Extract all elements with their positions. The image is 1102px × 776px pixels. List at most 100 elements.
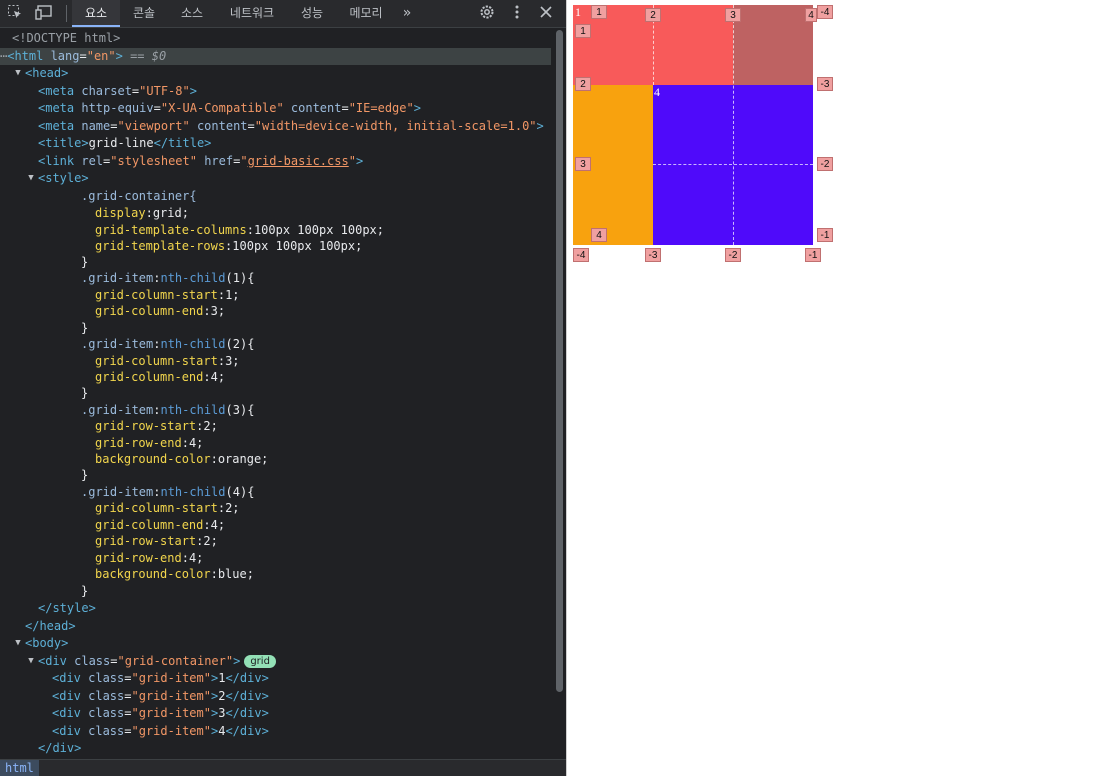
meta-tag: <meta [38,101,75,115]
div-close-tag: </div> [225,724,269,738]
grid-item-node[interactable]: <div class="grid-item">4</div> [52,723,269,740]
meta-http-equiv-node[interactable]: <meta http-equiv="X-UA-Compatible" conte… [38,100,421,117]
grid-row-line-badge: -3 [817,77,833,91]
expand-arrow-icon[interactable]: ▼ [26,653,36,670]
tab-sources[interactable]: 소스 [170,0,214,27]
attr-value: "width=device-width, initial-scale=1.0" [254,119,537,133]
html-tag: <html [7,49,44,63]
attr-name: class [80,689,125,703]
div-close-node[interactable]: </div> [38,740,81,757]
attr-value: "viewport" [117,119,190,133]
grid-column-line-badge: 1 [591,5,607,19]
rendered-page: 1 4 1 2 3 4 -4 -3 -2 -1 1 2 3 4 -4 -3 -2… [567,0,1102,776]
more-tabs-icon[interactable]: » [397,0,417,27]
title-open-tag: <title> [38,136,89,150]
attr-value: "grid-item" [131,724,211,738]
grid-line-row-3 [653,164,813,165]
expand-arrow-icon[interactable]: ▼ [13,65,23,82]
grid-item-node[interactable]: <div class="grid-item">2</div> [52,688,269,705]
grid-row-line-badge: -2 [817,157,833,171]
style-close-tag: </style> [38,601,96,615]
css-declaration: grid-row-end:4; [95,436,204,450]
grid-column-line-badge: -1 [805,248,821,262]
close-icon[interactable] [537,4,555,22]
css-brace: } [81,386,89,400]
div-close-tag: </div> [225,671,269,685]
attr-name: name [74,119,111,133]
settings-gear-icon[interactable] [478,4,496,22]
css-declaration: grid-template-rows:100px 100px 100px; [95,239,363,253]
css-declaration: grid-column-end:3; [95,304,226,318]
link-tag: <link [38,154,75,168]
tag-end: > [189,84,197,98]
tag-end: > [355,154,364,168]
tab-performance[interactable]: 성능 [290,0,334,27]
grid-row-line-badge: 4 [591,228,607,242]
div-tag: <div [52,706,81,720]
tag-end: > [413,101,421,115]
grid-row-line-badge: -1 [817,228,833,242]
style-close-node[interactable]: </style> [38,600,96,617]
breadcrumb-html[interactable]: html [0,760,39,776]
div-close-tag: </div> [225,706,269,720]
title-close-tag: </title> [153,136,212,150]
tab-elements[interactable]: 요소 [72,0,120,27]
expand-arrow-icon[interactable]: ▼ [13,635,23,652]
css-declaration: grid-column-start:1; [95,288,240,302]
div-close-tag: </div> [38,741,82,755]
expand-arrow-icon[interactable]: ▼ [26,170,36,187]
attr-name: content [189,119,248,133]
tab-console[interactable]: 콘솔 [122,0,166,27]
attr-value: "UTF-8" [139,84,190,98]
dom-tree: <!DOCTYPE html> ⋯<html lang="en"> == $0 … [0,28,551,759]
css-declaration: grid-column-start:2; [95,501,240,515]
device-toggle-icon[interactable] [35,4,53,22]
attr-value: "en" [86,49,116,63]
grid-badge[interactable]: grid [244,655,276,668]
div-close-tag: </div> [225,689,269,703]
grid-line-col-3 [733,5,734,245]
grid-item-node[interactable]: <div class="grid-item">3</div> [52,705,269,722]
tab-network[interactable]: 네트워크 [218,0,286,27]
html-node[interactable]: ⋯<html lang="en"> == $0 [0,48,551,65]
attr-name: lang [43,49,80,63]
css-declaration: display:grid; [95,206,189,220]
scrollbar-thumb[interactable] [556,30,563,692]
meta-charset-node[interactable]: <meta charset="UTF-8"> [38,83,197,100]
tag-end: > [115,49,123,63]
inspect-icon[interactable] [6,4,24,22]
head-node[interactable]: <head> [25,65,68,82]
attr-quote: " [240,154,248,168]
toolbar-separator [66,5,67,22]
css-rule-selector: .grid-item:nth-child(4){ [81,485,255,499]
css-declaration: grid-column-end:4; [95,370,226,384]
style-tag: <style> [38,171,89,185]
more-vertical-icon[interactable] [508,4,526,22]
vertical-scrollbar[interactable] [553,28,566,759]
div-tag: <div [38,654,67,668]
grid-container-node[interactable]: <div class="grid-container"> grid [38,653,276,670]
div-tag: <div [52,689,81,703]
attr-name: class [80,724,125,738]
dollar-zero: $0 [151,49,167,63]
link-node[interactable]: <link rel="stylesheet" href="grid-basic.… [38,153,363,170]
stylesheet-link[interactable]: grid-basic.css [248,154,349,168]
meta-tag: <meta [38,119,75,133]
meta-viewport-node[interactable]: <meta name="viewport" content="width=dev… [38,118,544,135]
attr-name: href [196,154,234,168]
title-node[interactable]: <title>grid-line</title> [38,135,211,152]
grid-item-node[interactable]: <div class="grid-item">1</div> [52,670,269,687]
tab-memory[interactable]: 메모리 [338,0,394,27]
head-close-node[interactable]: </head> [25,618,76,635]
title-text: grid-line [88,136,154,150]
attr-name: class [66,654,111,668]
css-rule-selector: .grid-item:nth-child(2){ [81,337,255,351]
head-close-tag: </head> [25,619,76,633]
style-node[interactable]: <style> [38,170,89,187]
attr-name: content [283,101,342,115]
doctype-node[interactable]: <!DOCTYPE html> [12,30,120,47]
attr-name: rel [74,154,104,168]
css-declaration: grid-template-columns:100px 100px 100px; [95,223,384,237]
body-node[interactable]: <body> [25,635,68,652]
grid-item-2 [733,5,813,85]
